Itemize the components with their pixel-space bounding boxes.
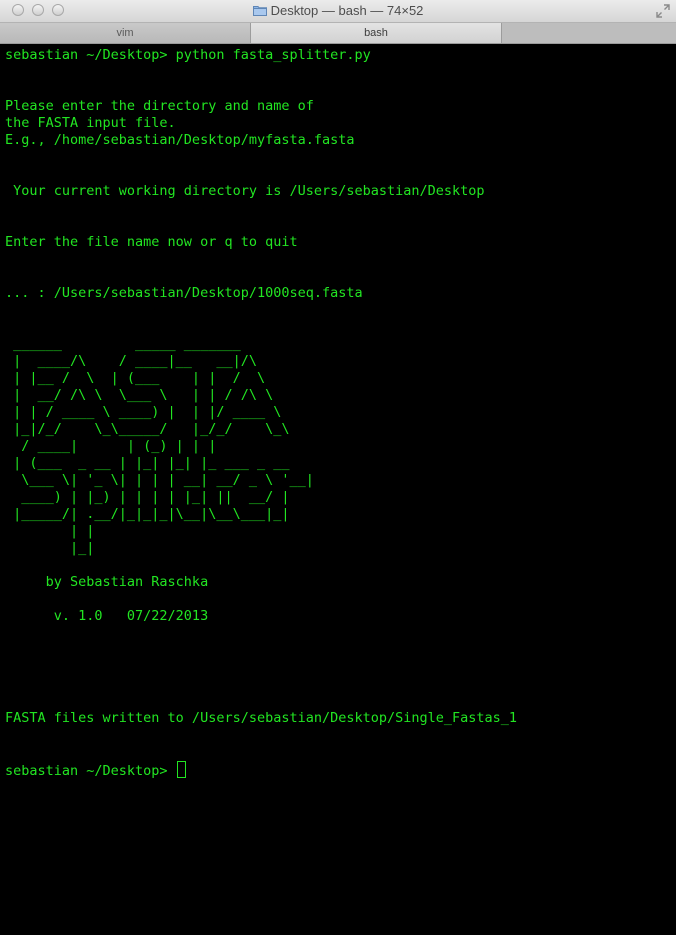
terminal-line: | __/ /\ \ \___ \ | | / /\ \ [5, 387, 274, 403]
terminal-line: Please enter the directory and name of [5, 98, 314, 114]
terminal-line: Your current working directory is /Users… [5, 183, 485, 199]
terminal-line: |_|/_/ \_\_____/ |_/_/ \_\ [5, 421, 290, 437]
window-title: Desktop — bash — 74×52 [270, 3, 424, 18]
terminal-line: E.g., /home/sebastian/Desktop/myfasta.fa… [5, 132, 355, 148]
terminal-line: by Sebastian Raschka [5, 574, 209, 590]
tab-vim[interactable]: vim [0, 23, 251, 43]
title-bar[interactable]: Desktop — bash — 74×52 [0, 0, 676, 23]
tab-bash[interactable]: bash [251, 23, 502, 43]
terminal-line: ____) | |_) | | | | |_| || __/ | [5, 489, 290, 505]
terminal-line: |_| [5, 540, 95, 556]
terminal-window: Desktop — bash — 74×52 vim bash sebastia… [0, 0, 676, 935]
terminal-text: sebastian ~/Desktop> python fasta_splitt… [5, 47, 517, 780]
terminal-line: | (___ _ __ | |_| |_| |_ ___ _ __ [5, 455, 290, 471]
terminal-line: | |__ / \ | (___ | | / \ [5, 370, 266, 386]
terminal-line: v. 1.0 07/22/2013 [5, 608, 209, 624]
terminal-output[interactable]: sebastian ~/Desktop> python fasta_splitt… [0, 44, 676, 935]
terminal-line: \___ \| '_ \| | | | __| __/ _ \ '__| [5, 472, 314, 488]
terminal-line: / ____| | (_) | | | [5, 438, 217, 454]
terminal-line: | | [5, 523, 95, 539]
folder-icon [252, 5, 267, 16]
terminal-line: sebastian ~/Desktop> python fasta_splitt… [5, 47, 371, 63]
terminal-line: the FASTA input file. [5, 115, 176, 131]
terminal-line: ______ _____ _______ [5, 336, 241, 352]
terminal-line: sebastian ~/Desktop> [5, 763, 176, 779]
terminal-cursor [176, 761, 186, 778]
terminal-line: ... : /Users/sebastian/Desktop/1000seq.f… [5, 285, 363, 301]
tab-bar: vim bash [0, 23, 676, 44]
terminal-line: Enter the file name now or q to quit [5, 234, 298, 250]
terminal-line: | | / ____ \ ____) | | |/ ____ \ [5, 404, 282, 420]
terminal-line: |_____/| .__/|_|_|_|\__|\__\___|_| [5, 506, 290, 522]
terminal-line: FASTA files written to /Users/sebastian/… [5, 710, 518, 726]
window-title-group: Desktop — bash — 74×52 [0, 3, 676, 19]
terminal-line: | ____/\ / ____|__ __|/\ [5, 353, 257, 369]
fullscreen-icon[interactable] [656, 4, 670, 18]
